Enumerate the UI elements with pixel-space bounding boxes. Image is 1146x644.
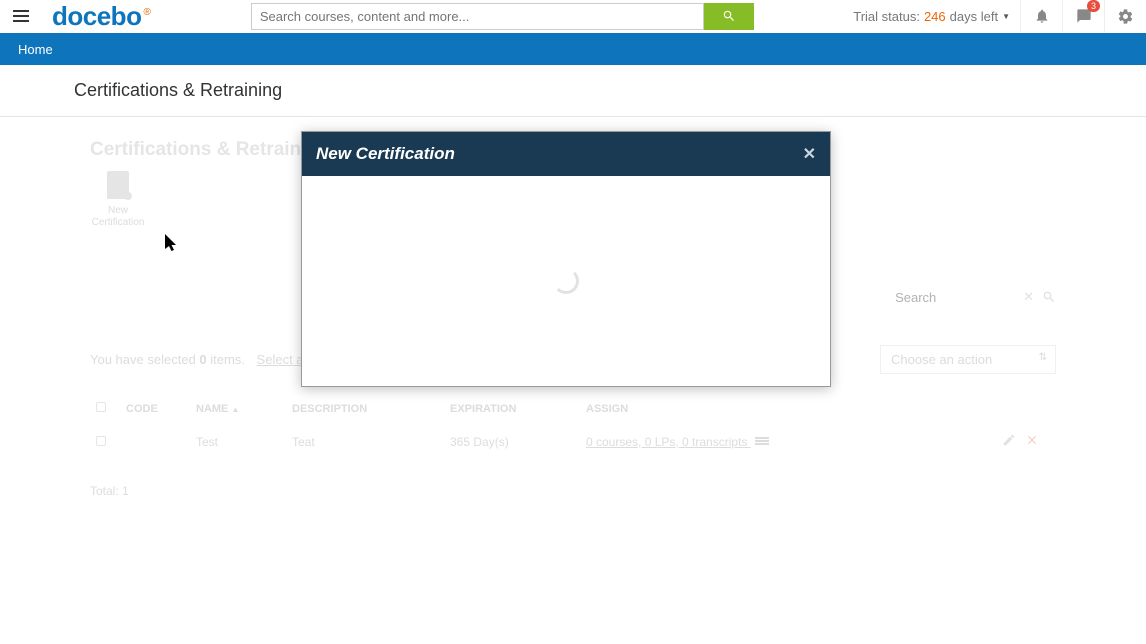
cell-expiration: 365 Day(s) [444, 423, 580, 460]
cell-assign: 0 courses, 0 LPs, 0 transcripts [580, 423, 996, 460]
settings-button[interactable] [1104, 0, 1146, 32]
brand-logo[interactable]: docebo ® [42, 1, 151, 32]
modal-header: New Certification ✕ [302, 132, 830, 176]
trial-suffix: days left [950, 9, 998, 24]
col-header-select [90, 394, 120, 423]
table-row: Test Teat 365 Day(s) 0 courses, 0 LPs, 0… [90, 423, 1056, 460]
bulk-action-select[interactable]: Choose an action [880, 345, 1056, 374]
messages-button[interactable]: 3 [1062, 0, 1104, 32]
edit-icon [1002, 433, 1016, 447]
new-certification-modal: New Certification ✕ [301, 131, 831, 387]
modal-title: New Certification [316, 144, 455, 164]
bell-icon [1034, 8, 1050, 24]
breadcrumb-bar: Home [0, 33, 1146, 65]
assign-link[interactable]: 0 courses, 0 LPs, 0 transcripts [586, 435, 751, 449]
trial-status-dropdown[interactable]: Trial status: 246 days left ▼ [853, 9, 1020, 24]
certifications-table: CODE NAME ▲ DESCRIPTION EXPIRATION ASSIG… [90, 394, 1056, 460]
filter-search: ✕ [895, 289, 1056, 305]
global-search [251, 3, 754, 30]
col-header-actions [996, 394, 1056, 423]
app-topbar: docebo ® Trial status: 246 days left ▼ 3 [0, 0, 1146, 33]
logo-registered-mark: ® [143, 7, 150, 18]
col-header-description[interactable]: DESCRIPTION [286, 394, 444, 423]
notifications-button[interactable] [1020, 0, 1062, 32]
table-total: Total: 1 [90, 484, 1056, 498]
caret-down-icon: ▼ [1002, 12, 1010, 21]
cell-description: Teat [286, 423, 444, 460]
messages-badge: 3 [1087, 0, 1100, 12]
col-header-name[interactable]: NAME ▲ [190, 394, 286, 423]
close-icon [1025, 433, 1039, 447]
bulk-action-placeholder: Choose an action [891, 352, 992, 367]
table-header-row: CODE NAME ▲ DESCRIPTION EXPIRATION ASSIG… [90, 394, 1056, 423]
trial-prefix: Trial status: [853, 9, 920, 24]
page-title-bar: Certifications & Retraining [0, 65, 1146, 117]
page-title: Certifications & Retraining [74, 80, 282, 101]
col-header-assign[interactable]: ASSIGN [580, 394, 996, 423]
selection-prefix: You have selected [90, 352, 199, 367]
list-icon[interactable] [755, 437, 769, 447]
row-checkbox[interactable] [96, 436, 106, 446]
logo-text: docebo [52, 1, 141, 32]
search-input[interactable] [251, 3, 704, 30]
search-button[interactable] [704, 3, 754, 30]
topbar-icon-group: 3 [1020, 0, 1146, 32]
hamburger-icon [13, 10, 29, 22]
modal-body [302, 176, 830, 386]
col-header-expiration[interactable]: EXPIRATION [444, 394, 580, 423]
hamburger-menu[interactable] [0, 10, 42, 22]
trial-days: 246 [924, 9, 946, 24]
search-icon[interactable] [1042, 290, 1056, 304]
delete-button[interactable] [1025, 436, 1039, 450]
total-count: 1 [122, 484, 129, 498]
select-all-checkbox[interactable] [96, 402, 106, 412]
certificate-icon [107, 171, 129, 199]
loading-spinner-icon [553, 268, 579, 294]
breadcrumb-home[interactable]: Home [18, 42, 53, 57]
selection-suffix: items. [207, 352, 245, 367]
col-header-code[interactable]: CODE [120, 394, 190, 423]
cell-actions [996, 423, 1056, 460]
sort-asc-icon: ▲ [231, 405, 239, 414]
selection-count: 0 [199, 352, 206, 367]
cell-name[interactable]: Test [190, 423, 286, 460]
new-certification-tile[interactable]: New Certification [90, 171, 146, 229]
clear-search-icon[interactable]: ✕ [1023, 289, 1034, 305]
gear-icon [1117, 8, 1134, 25]
search-icon [722, 9, 736, 23]
edit-button[interactable] [1002, 436, 1016, 450]
modal-close-button[interactable]: ✕ [803, 144, 816, 164]
new-certification-label: New Certification [90, 205, 146, 229]
cell-code [120, 423, 190, 460]
filter-search-input[interactable] [895, 290, 1015, 305]
total-label: Total: [90, 484, 122, 498]
